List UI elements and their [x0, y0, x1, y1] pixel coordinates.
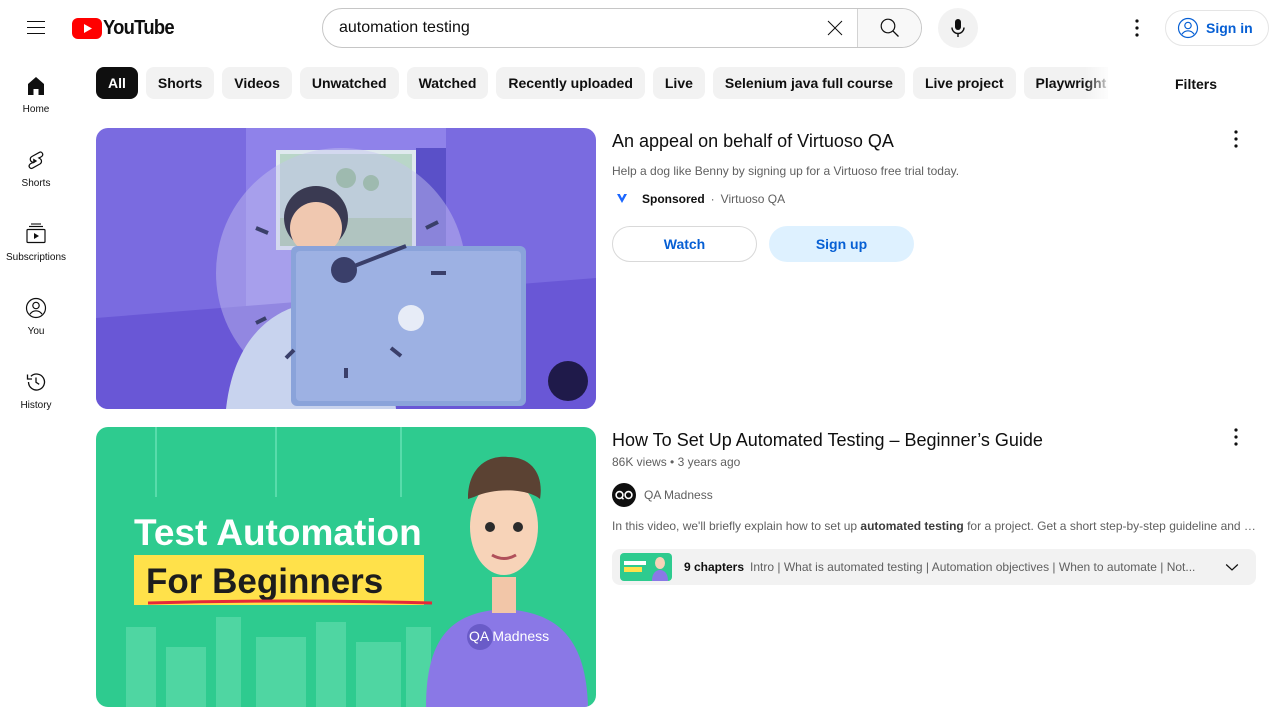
chevron-down-icon[interactable]	[1222, 557, 1242, 577]
thumbnail-text-line2: For Beginners	[146, 562, 383, 601]
ad-description: Help a dog like Benny by signing up for …	[612, 164, 960, 178]
channel-avatar[interactable]	[612, 483, 636, 507]
chip-watched[interactable]: Watched	[406, 67, 489, 99]
youtube-logo[interactable]: YouTube	[72, 17, 180, 39]
filters-button[interactable]: Filters	[1160, 67, 1232, 101]
search-button[interactable]	[857, 9, 921, 47]
description-text-before: In this video, we'll briefly explain how…	[612, 519, 861, 533]
qa-madness-logo-icon	[615, 490, 633, 500]
guide-label-history: History	[20, 400, 52, 411]
separator-dot: •	[670, 455, 678, 469]
chip-selenium-java-full-course[interactable]: Selenium java full course	[712, 67, 905, 99]
youtube-play-logo-icon	[72, 17, 102, 39]
history-icon	[26, 373, 46, 391]
video-thumbnail[interactable]: Test Automation For Beginners QA Madness	[96, 427, 596, 707]
thumbnail-brand-text: QA Madness	[469, 628, 549, 644]
guide-label-you: You	[27, 326, 45, 337]
shorts-icon	[28, 151, 44, 170]
chapters-list: Intro | What is automated testing | Auto…	[750, 560, 1196, 574]
ad-title[interactable]: An appeal on behalf of Virtuoso QA	[612, 128, 1256, 154]
description-highlight: automated testing	[860, 519, 964, 533]
video-menu-button[interactable]	[1220, 421, 1252, 453]
guide-label-subscriptions: Subscriptions	[5, 252, 67, 263]
channel-row: QA Madness	[612, 483, 1256, 507]
sign-in-label: Sign in	[1206, 20, 1253, 36]
video-thumbnail-illustration: Test Automation For Beginners QA Madness	[96, 427, 596, 707]
upload-age: 3 years ago	[677, 455, 741, 469]
ad-thumbnail-illustration	[96, 128, 596, 409]
video-result: Test Automation For Beginners QA Madness…	[96, 427, 1256, 708]
ad-signup-button[interactable]: Sign up	[769, 226, 914, 262]
guide-item-you[interactable]: You	[0, 278, 72, 352]
video-info: How To Set Up Automated Testing – Beginn…	[612, 427, 1256, 585]
home-icon	[28, 77, 44, 95]
video-metadata: 86K views • 3 years ago	[612, 453, 1256, 471]
guide-item-home[interactable]: Home	[0, 56, 72, 130]
vertical-dots-icon	[1234, 130, 1238, 148]
ad-menu-button[interactable]	[1220, 123, 1252, 155]
chip-shorts[interactable]: Shorts	[145, 67, 215, 99]
hamburger-menu-icon	[27, 21, 45, 34]
chapter-thumbnail	[620, 553, 672, 581]
ad-watch-button[interactable]: Watch	[612, 226, 757, 262]
settings-more-button[interactable]	[1117, 8, 1157, 48]
mini-guide: Home Shorts Subscriptions You History	[0, 56, 72, 426]
description-text-after: for a project. Get a short step-by-step …	[963, 519, 1256, 533]
advertiser-logo-icon	[617, 194, 627, 203]
chip-videos[interactable]: Videos	[222, 67, 292, 99]
ad-thumbnail[interactable]	[96, 128, 596, 409]
vertical-dots-icon	[1135, 19, 1139, 37]
search-input-wrap	[323, 9, 815, 47]
sponsored-label: Sponsored	[642, 192, 705, 206]
search-input[interactable]	[339, 19, 815, 37]
clear-search-button[interactable]	[815, 9, 855, 47]
channel-name[interactable]: QA Madness	[644, 488, 713, 502]
vertical-dots-icon	[1234, 428, 1238, 446]
subscriptions-icon	[26, 223, 46, 244]
you-icon	[25, 297, 47, 319]
guide-item-shorts[interactable]: Shorts	[0, 130, 72, 204]
guide-label-shorts: Shorts	[21, 178, 51, 189]
masthead: YouTube Sign in	[0, 0, 1280, 56]
search-icon	[880, 18, 899, 37]
chapters-count: 9 chapters	[684, 560, 745, 574]
chapters-row[interactable]: 9 chapters Intro | What is automated tes…	[612, 549, 1256, 585]
sign-in-button[interactable]: Sign in	[1165, 10, 1269, 46]
filter-chips-bar: All Shorts Videos Unwatched Watched Rece…	[96, 67, 1108, 99]
chip-live-project[interactable]: Live project	[912, 67, 1016, 99]
account-circle-icon	[1177, 17, 1199, 39]
chip-all[interactable]: All	[96, 67, 138, 99]
video-description: In this video, we'll briefly explain how…	[612, 519, 1256, 533]
view-count: 86K views	[612, 455, 667, 469]
ad-result: An appeal on behalf of Virtuoso QA Help …	[96, 128, 1256, 409]
thumbnail-text-line1: Test Automation	[134, 512, 422, 553]
microphone-icon	[951, 19, 965, 37]
video-title[interactable]: How To Set Up Automated Testing – Beginn…	[612, 427, 1256, 453]
search-box	[322, 8, 922, 48]
chips-fade-overlay	[1085, 67, 1125, 99]
guide-item-subscriptions[interactable]: Subscriptions	[0, 204, 72, 278]
logo-text: YouTube	[103, 16, 175, 39]
guide-menu-button[interactable]	[16, 8, 56, 48]
guide-item-history[interactable]: History	[0, 352, 72, 426]
chip-recently-uploaded[interactable]: Recently uploaded	[496, 67, 645, 99]
advertiser-name[interactable]: Virtuoso QA	[721, 192, 785, 206]
chapter-thumbnail-illustration	[620, 553, 672, 581]
ad-info: An appeal on behalf of Virtuoso QA Help …	[612, 128, 1256, 262]
ad-buttons: Watch Sign up	[612, 226, 1256, 262]
chip-unwatched[interactable]: Unwatched	[299, 67, 399, 99]
close-icon	[827, 20, 843, 36]
guide-label-home: Home	[22, 104, 50, 115]
separator-dot: ·	[710, 192, 715, 206]
chip-live[interactable]: Live	[652, 67, 705, 99]
voice-search-button[interactable]	[938, 8, 978, 48]
ad-sponsor-row: Sponsored · Virtuoso QA	[612, 190, 1256, 208]
